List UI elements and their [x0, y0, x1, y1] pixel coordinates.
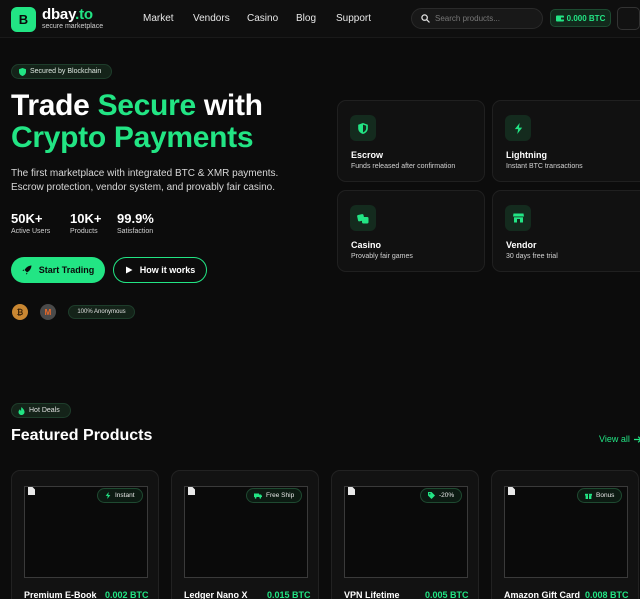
arrow-right-icon [633, 435, 640, 443]
broken-image-icon [348, 487, 355, 495]
product-tag-text: Free Ship [266, 492, 295, 499]
store-icon [505, 205, 531, 231]
wallet-balance-text: 0.000 BTC [566, 13, 606, 23]
how-it-works-label: How it works [139, 265, 196, 275]
product-card[interactable]: Free Ship Ledger Nano X 0.015 BTC [171, 470, 319, 599]
view-all-label: View all [599, 434, 630, 444]
nav-support[interactable]: Support [336, 13, 371, 24]
brand-name[interactable]: dbay.to [42, 6, 93, 23]
broken-image-icon [28, 487, 35, 495]
nav-blog[interactable]: Blog [296, 13, 316, 24]
product-card[interactable]: -20% VPN Lifetime 0.005 BTC [331, 470, 479, 599]
feature-title: Lightning [506, 150, 547, 160]
feature-card-casino[interactable]: Casino Provably fair games [337, 190, 485, 272]
feature-card-lightning[interactable]: Lightning Instant BTC transactions [492, 100, 640, 182]
product-name: Premium E-Book [24, 590, 97, 599]
feature-title: Casino [351, 240, 382, 250]
top-header: B dbay.to secure marketplace Market Vend… [0, 0, 640, 38]
stat-satisfaction-value: 99.9% [117, 211, 154, 226]
product-price: 0.008 BTC [585, 590, 629, 599]
feature-card-escrow[interactable]: Escrow Funds released after confirmation [337, 100, 485, 182]
feature-desc: Instant BTC transactions [506, 163, 583, 170]
product-tag-text: Bonus [596, 492, 615, 499]
stat-products-value: 10K+ [70, 211, 102, 226]
brand-name-main: dbay [42, 6, 76, 23]
fire-icon [18, 406, 25, 415]
product-name: VPN Lifetime [344, 590, 400, 599]
product-name: Ledger Nano X [184, 590, 248, 599]
monero-icon: M [40, 304, 56, 320]
hero-title: Trade Secure with Crypto Payments [11, 90, 263, 154]
product-tag: Instant [97, 488, 143, 503]
hero-title-line1-b: Secure [97, 89, 197, 122]
dice-icon [350, 205, 376, 231]
menu-button[interactable] [617, 7, 640, 30]
bolt-icon [505, 115, 531, 141]
product-tag-text: -20% [439, 492, 455, 499]
search-icon [421, 14, 430, 23]
start-trading-label: Start Trading [38, 265, 95, 275]
feature-card-vendor[interactable]: Vendor 30 days free trial [492, 190, 640, 272]
feature-desc: 30 days free trial [506, 253, 558, 260]
play-icon [125, 266, 133, 274]
product-price: 0.015 BTC [267, 590, 311, 599]
hot-deals-text: Hot Deals [29, 407, 60, 414]
hero-description: The first marketplace with integrated BT… [11, 168, 279, 193]
view-all-link[interactable]: View all [599, 434, 640, 444]
feature-desc: Funds released after confirmation [351, 163, 456, 170]
hero-title-line1-a: Trade [11, 89, 98, 122]
how-it-works-button[interactable]: How it works [113, 257, 207, 283]
secured-badge-text: Secured by Blockchain [30, 68, 102, 75]
anonymous-badge: 100% Anonymous [68, 305, 135, 319]
feature-title: Escrow [351, 150, 384, 160]
truck-icon [254, 493, 262, 499]
stat-users-value: 50K+ [11, 211, 43, 226]
featured-products-title: Featured Products [11, 427, 153, 444]
shield-icon [19, 67, 26, 76]
feature-desc: Provably fair games [351, 253, 413, 260]
nav-casino[interactable]: Casino [247, 13, 278, 24]
hero-title-line1-c: with [195, 89, 263, 122]
product-tag: Bonus [577, 488, 623, 503]
product-card[interactable]: Instant Premium E-Book 0.002 BTC [11, 470, 159, 599]
tag-icon [428, 492, 435, 499]
stat-users-label: Active Users [11, 228, 51, 235]
broken-image-icon [188, 487, 195, 495]
broken-image-icon [508, 487, 515, 495]
nav-market[interactable]: Market [143, 13, 174, 24]
nav-vendors[interactable]: Vendors [193, 13, 230, 24]
rocket-icon [22, 265, 32, 275]
product-tag-text: Instant [115, 492, 135, 499]
product-price: 0.002 BTC [105, 590, 149, 599]
search-input[interactable] [435, 14, 535, 23]
search-box[interactable] [411, 8, 543, 29]
bitcoin-icon: ₿ [12, 304, 28, 320]
logo-icon[interactable]: B [11, 7, 36, 32]
product-tag: Free Ship [246, 488, 303, 503]
shield-icon [350, 115, 376, 141]
product-name: Amazon Gift Card [504, 590, 581, 599]
hot-deals-badge: Hot Deals [11, 403, 71, 418]
secured-badge: Secured by Blockchain [11, 64, 112, 79]
stat-products-label: Products [70, 228, 98, 235]
brand-name-tld: .to [75, 6, 93, 23]
product-card[interactable]: Bonus Amazon Gift Card 0.008 BTC [491, 470, 639, 599]
product-price: 0.005 BTC [425, 590, 469, 599]
wallet-balance-button[interactable]: 0.000 BTC [550, 9, 611, 27]
gift-icon [585, 493, 592, 499]
stat-satisfaction-label: Satisfaction [117, 228, 154, 235]
brand-tagline: secure marketplace [42, 23, 104, 30]
product-tag: -20% [420, 488, 463, 503]
feature-title: Vendor [506, 240, 537, 250]
hero-title-line2: Crypto Payments [11, 121, 254, 154]
start-trading-button[interactable]: Start Trading [11, 257, 105, 283]
hero-title-line1: Trade Secure with [11, 90, 263, 122]
wallet-icon [555, 15, 564, 21]
bolt-icon [105, 492, 111, 499]
